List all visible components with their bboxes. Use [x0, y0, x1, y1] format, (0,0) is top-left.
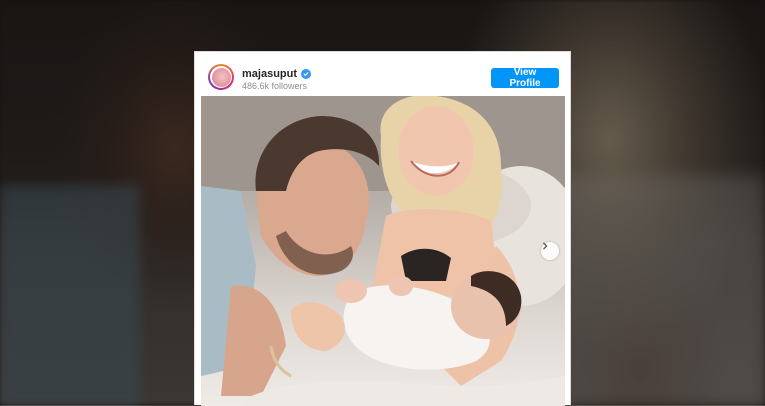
avatar-image — [211, 67, 231, 87]
verified-badge-icon — [301, 69, 312, 79]
username-row: majasuput — [242, 68, 312, 80]
next-image-button[interactable] — [541, 242, 559, 260]
username-link[interactable]: majasuput — [242, 68, 297, 80]
embed-header: majasuput 486.6k followers View Profile — [195, 52, 570, 96]
post-photo[interactable] — [201, 96, 565, 406]
instagram-embed-card: majasuput 486.6k followers View Profile — [194, 51, 571, 406]
post-photo-illustration — [201, 96, 565, 406]
profile-avatar[interactable] — [208, 64, 234, 90]
view-profile-button[interactable]: View Profile — [491, 67, 559, 89]
follower-count: 486.6k followers — [242, 81, 308, 91]
